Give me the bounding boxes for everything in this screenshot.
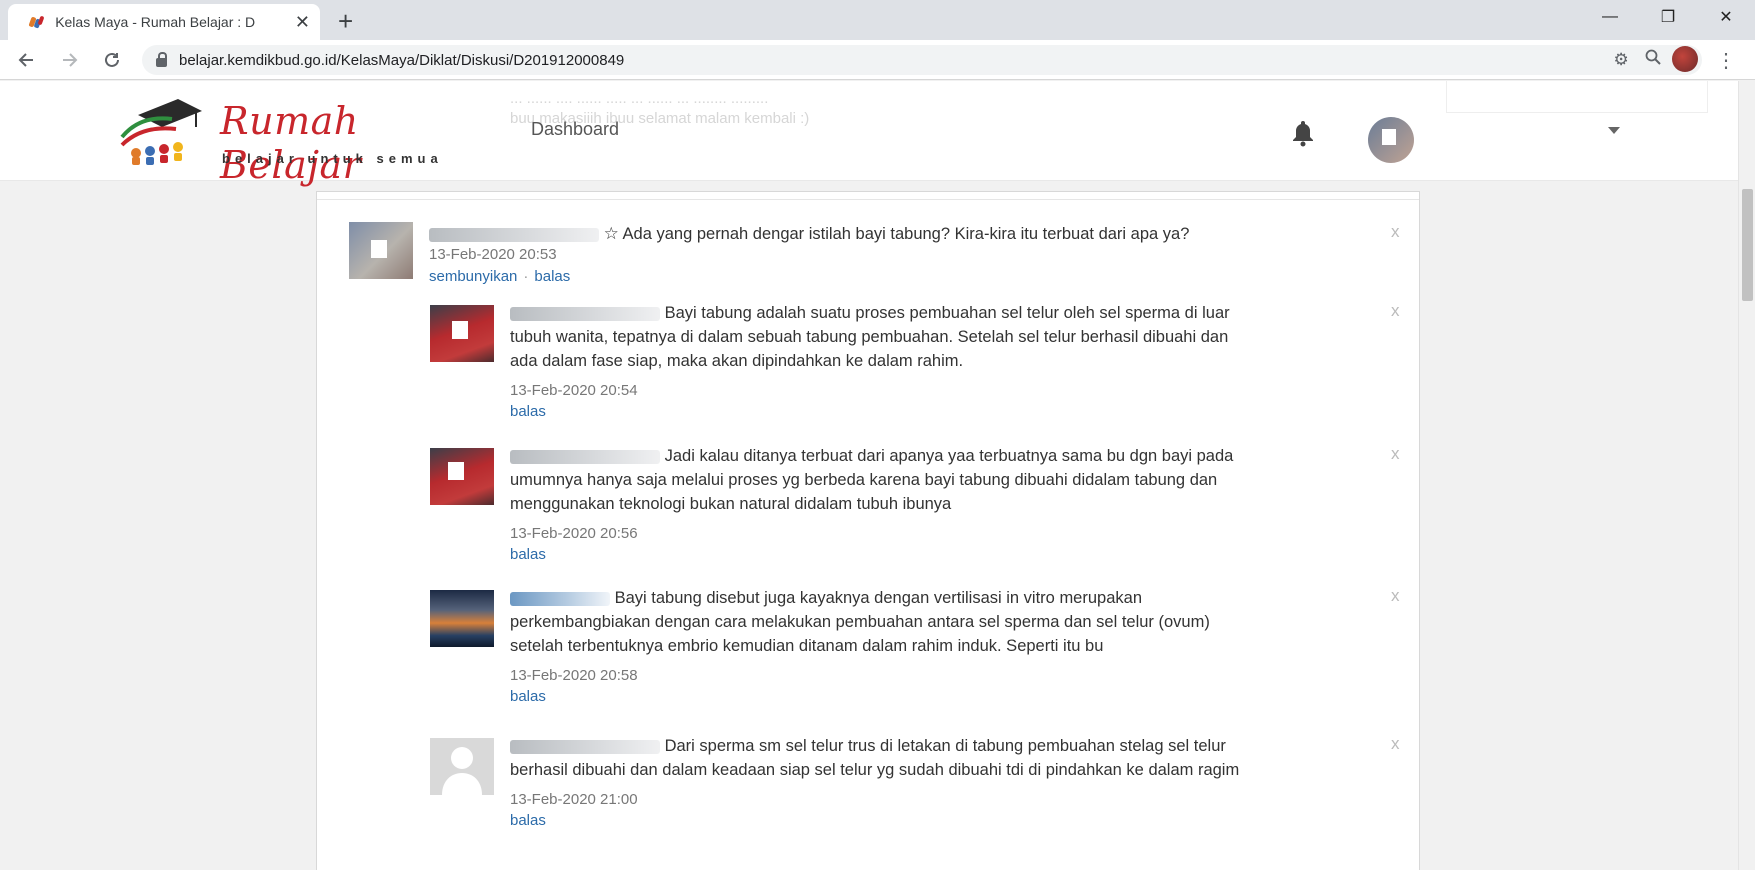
author-name-redacted[interactable] <box>429 227 599 242</box>
reply-timestamp: 13-Feb-2020 20:54 <box>510 382 638 399</box>
lock-icon <box>156 52 167 67</box>
new-tab-button[interactable]: + <box>338 6 353 37</box>
author-name-redacted[interactable] <box>510 306 660 321</box>
delete-reply-button[interactable]: x <box>1391 444 1400 464</box>
reply-timestamp: 13-Feb-2020 21:00 <box>510 791 638 808</box>
delete-reply-button[interactable]: x <box>1391 586 1400 606</box>
main-post-content: ☆ Ada yang pernah dengar istilah bayi ta… <box>429 222 1329 246</box>
discussion-card: ☆ Ada yang pernah dengar istilah bayi ta… <box>316 191 1420 870</box>
reply-post: Jadi kalau ditanya terbuat dari apanya y… <box>430 444 1410 568</box>
nav-dashboard[interactable]: Dashboard <box>531 119 619 140</box>
reply-link[interactable]: balas <box>510 812 546 829</box>
reply-timestamp: 13-Feb-2020 20:58 <box>510 667 638 684</box>
separator: · <box>523 268 529 285</box>
notification-bell-icon[interactable] <box>1290 119 1316 152</box>
reply-content: Bayi tabung adalah suatu proses pembuaha… <box>510 304 1230 370</box>
browser-toolbar: belajar.kemdikbud.go.id/KelasMaya/Diklat… <box>0 40 1755 80</box>
ghost-box <box>1446 81 1708 113</box>
reply-actions: balas <box>510 688 546 705</box>
site-header: ... ...... .... ...... ..... ... ...... … <box>0 81 1738 187</box>
reply-content: Bayi tabung disebut juga kayaknya dengan… <box>510 589 1210 655</box>
page-content: ... ...... .... ...... ..... ... ...... … <box>0 81 1738 870</box>
reload-icon[interactable] <box>98 46 126 74</box>
reply-link[interactable]: balas <box>534 268 570 285</box>
reply-author-avatar[interactable] <box>430 305 494 362</box>
post-actions: sembunyikan · balas <box>429 268 570 285</box>
reply-author-avatar[interactable] <box>430 590 494 647</box>
logo-tagline: belajar untuk semua <box>222 151 443 166</box>
zoom-icon[interactable] <box>1645 49 1661 70</box>
restore-button[interactable]: ❐ <box>1639 0 1697 34</box>
author-name-redacted[interactable] <box>510 739 660 754</box>
reply-link[interactable]: balas <box>510 546 546 563</box>
delete-reply-button[interactable]: x <box>1391 301 1400 321</box>
hide-link[interactable]: sembunyikan <box>429 268 517 285</box>
browser-tab[interactable]: Kelas Maya - Rumah Belajar : D ✕ <box>8 4 320 40</box>
author-name-redacted[interactable] <box>510 449 660 464</box>
reply-content: Jadi kalau ditanya terbuat dari apanya y… <box>510 447 1234 513</box>
main-post-text: Ada yang pernah dengar istilah bayi tabu… <box>622 225 1190 243</box>
scrollbar-thumb[interactable] <box>1742 189 1753 301</box>
reply-post: Bayi tabung adalah suatu proses pembuaha… <box>430 301 1410 425</box>
user-avatar[interactable] <box>1368 117 1414 163</box>
tab-title: Kelas Maya - Rumah Belajar : D <box>55 14 256 30</box>
favicon-icon <box>28 14 45 30</box>
reply-post: Dari sperma sm sel telur trus di letakan… <box>430 734 1410 848</box>
forward-icon[interactable] <box>56 46 84 74</box>
user-menu-caret-icon[interactable] <box>1608 127 1620 134</box>
post-timestamp: 13-Feb-2020 20:53 <box>429 246 557 263</box>
reply-actions: balas <box>510 403 546 420</box>
reply-post: Bayi tabung disebut juga kayaknya dengan… <box>430 586 1410 710</box>
browser-tabbar: Kelas Maya - Rumah Belajar : D ✕ + — ❐ ✕ <box>0 0 1755 40</box>
post-author-avatar[interactable] <box>349 222 413 279</box>
reply-link[interactable]: balas <box>510 688 546 705</box>
default-avatar-icon[interactable] <box>430 738 494 795</box>
user-name-redacted[interactable] <box>1428 125 1578 143</box>
logo-mark-icon <box>120 99 202 165</box>
reply-actions: balas <box>510 546 546 563</box>
reply-content: Dari sperma sm sel telur trus di letakan… <box>510 737 1240 779</box>
close-window-button[interactable]: ✕ <box>1697 0 1755 34</box>
author-name-redacted[interactable] <box>510 591 610 606</box>
main-post: ☆ Ada yang pernah dengar istilah bayi ta… <box>349 222 1400 302</box>
site-logo[interactable]: Rumah Belajar belajar untuk semua <box>118 93 488 187</box>
star-icon[interactable]: ☆ <box>604 224 619 243</box>
page-scrollbar[interactable] <box>1738 81 1755 870</box>
chrome-menu-icon[interactable]: ⋮ <box>1716 48 1736 73</box>
delete-reply-button[interactable]: x <box>1391 734 1400 754</box>
profile-avatar[interactable] <box>1672 46 1698 72</box>
tab-close-icon[interactable]: ✕ <box>295 12 310 33</box>
delete-post-button[interactable]: x <box>1391 222 1400 242</box>
minimize-button[interactable]: — <box>1581 0 1639 34</box>
address-bar[interactable]: belajar.kemdikbud.go.id/KelasMaya/Diklat… <box>142 45 1702 75</box>
url-text: belajar.kemdikbud.go.id/KelasMaya/Diklat… <box>179 51 625 69</box>
site-permission-icon[interactable]: ⚙ <box>1614 50 1629 70</box>
back-icon[interactable] <box>12 46 40 74</box>
reply-actions: balas <box>510 812 546 829</box>
logo-text: Rumah Belajar <box>220 99 362 187</box>
reply-author-avatar[interactable] <box>430 448 494 505</box>
reply-timestamp: 13-Feb-2020 20:56 <box>510 525 638 542</box>
reply-link[interactable]: balas <box>510 403 546 420</box>
